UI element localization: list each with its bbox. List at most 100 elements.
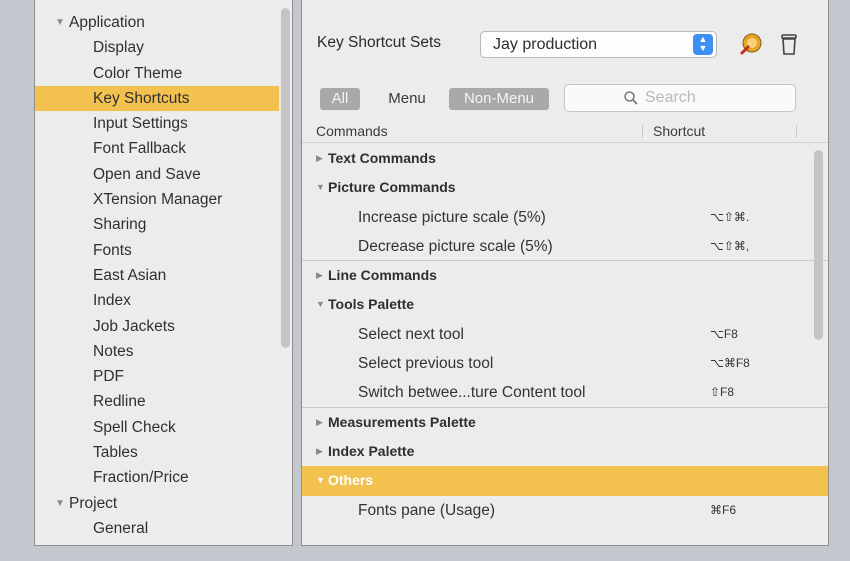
sidebar-item[interactable]: PDF (35, 364, 279, 389)
command-category-row[interactable]: ▶ Index Palette (302, 437, 828, 466)
sidebar-item[interactable]: XTension Manager (35, 187, 279, 212)
sidebar-item-label: Input Settings (93, 115, 188, 133)
command-row[interactable]: Select previous tool ⌥⌘F8 (302, 349, 828, 378)
filter-non-menu-button[interactable]: Non-Menu (449, 88, 549, 110)
disclosure-triangle-icon[interactable]: ▶ (316, 437, 328, 466)
disclosure-triangle-icon[interactable]: ▼ (316, 466, 328, 495)
sidebar-item-label: Open and Save (93, 165, 201, 183)
command-label: Select previous tool (358, 355, 494, 373)
command-category-row[interactable]: ▼ Tools Palette (302, 290, 828, 319)
command-row[interactable]: Increase picture scale (5%) ⌥⇧⌘. (302, 203, 828, 232)
sidebar-item-label: PDF (93, 368, 124, 386)
disclosure-triangle-icon[interactable]: ▼ (55, 491, 69, 516)
sidebar-item-label: East Asian (93, 266, 167, 284)
sidebar-item-label: Fonts (93, 241, 132, 259)
disclosure-triangle-icon[interactable]: ▶ (316, 408, 328, 437)
command-label: Index Palette (328, 442, 415, 459)
command-label: Tools Palette (328, 296, 415, 313)
sidebar-item-label: Spell Check (93, 418, 176, 436)
sidebar-scrollbar[interactable] (281, 8, 290, 348)
search-icon (624, 91, 638, 105)
command-label: Fonts pane (Usage) (358, 501, 495, 519)
sidebar-item[interactable]: Sharing (35, 212, 279, 237)
search-placeholder: Search (645, 89, 696, 106)
sidebar-item[interactable]: Tables (35, 440, 279, 465)
disclosure-triangle-icon[interactable]: ▼ (55, 10, 69, 35)
sidebar-item-label: Index (93, 292, 131, 310)
filter-menu-button[interactable]: Menu (372, 88, 442, 110)
commands-column-header[interactable]: Commands (316, 123, 388, 139)
command-row[interactable]: Decrease picture scale (5%) ⌥⇧⌘, (302, 232, 828, 262)
command-category-row[interactable]: ▼ Others (302, 466, 828, 496)
duplicate-set-icon[interactable] (738, 31, 764, 57)
sidebar-item[interactable]: Index (35, 288, 279, 313)
preferences-sidebar: ▼ Application Display Color Theme Key Shortc… (34, 0, 293, 546)
sidebar-item[interactable]: Fraction/Price (35, 465, 279, 490)
search-input[interactable]: Search (564, 84, 796, 112)
command-row[interactable]: Switch betwee...ture Content tool ⇧F8 (302, 378, 828, 408)
sidebar-group[interactable]: ▼ Application (35, 10, 279, 35)
sidebar-item[interactable]: East Asian (35, 263, 279, 288)
command-category-row[interactable]: ▼ Picture Commands (302, 173, 828, 202)
shortcut-set-dropdown[interactable]: Jay production ▲ ▼ (480, 31, 717, 58)
sidebar-item-label: XTension Manager (93, 191, 223, 209)
command-label: Picture Commands (328, 179, 456, 196)
sidebar-item[interactable]: Font Fallback (35, 136, 279, 161)
sidebar-item[interactable]: Display (35, 35, 279, 60)
table-scrollbar[interactable] (814, 150, 823, 340)
command-label: Decrease picture scale (5%) (358, 237, 553, 255)
sidebar-item-label: Display (93, 39, 144, 57)
column-divider (642, 125, 643, 138)
sidebar-group[interactable]: ▼ Project (35, 491, 279, 516)
filter-all-button[interactable]: All (320, 88, 360, 110)
sidebar-item[interactable]: Job Jackets (35, 314, 279, 339)
shortcut-sets-label: Key Shortcut Sets (317, 34, 442, 51)
disclosure-triangle-icon[interactable]: ▶ (316, 144, 328, 173)
shortcut-value[interactable]: ⌥⇧⌘. (710, 203, 749, 232)
preferences-tree: ▼ Application Display Color Theme Key Shortc… (35, 10, 279, 546)
sidebar-item[interactable]: General (35, 516, 279, 541)
sidebar-item-label: Notes (93, 342, 134, 360)
sidebar-item-label: Color Theme (93, 64, 183, 82)
command-label: Text Commands (328, 150, 436, 166)
command-label: Increase picture scale (5%) (358, 208, 546, 226)
stepper-arrows-icon[interactable]: ▲ ▼ (693, 34, 713, 55)
table-header: Commands Shortcut (302, 120, 828, 143)
sidebar-item-label: Print Layout (69, 545, 152, 546)
sidebar-item[interactable]: Spell Check (35, 415, 279, 440)
shortcut-set-value: Jay production (493, 36, 598, 53)
command-row[interactable]: Fonts pane (Usage) ⌘F6 (302, 496, 828, 524)
command-category-row[interactable]: ▶ Line Commands (302, 261, 828, 290)
disclosure-triangle-icon[interactable]: ▼ (316, 173, 328, 202)
sidebar-item[interactable]: Color Theme (35, 61, 279, 86)
sidebar-item[interactable]: Key Shortcuts (35, 85, 279, 112)
disclosure-triangle-icon[interactable]: ▶ (316, 261, 328, 290)
sidebar-item-label: Sharing (93, 216, 147, 234)
command-category-row[interactable]: ▶ Measurements Palette (302, 408, 828, 437)
trash-icon[interactable] (776, 31, 802, 57)
sidebar-group[interactable]: ▼Print Layout (35, 541, 279, 546)
shortcut-value[interactable]: ⌘F6 (710, 496, 736, 524)
sidebar-item-label: Redline (93, 393, 146, 411)
sidebar-item[interactable]: Notes (35, 339, 279, 364)
shortcut-value[interactable]: ⌥⌘F8 (710, 349, 750, 378)
command-category-row[interactable]: ▶ Text Commands (302, 144, 828, 173)
sidebar-item[interactable]: Fonts (35, 238, 279, 263)
command-label: Switch betwee...ture Content tool (358, 384, 586, 402)
command-label: Measurements Palette (328, 413, 476, 430)
sidebar-item[interactable]: Input Settings (35, 111, 279, 136)
shortcut-value[interactable]: ⇧F8 (710, 378, 734, 407)
sidebar-item-label: Job Jackets (93, 317, 175, 335)
command-label: Others (328, 472, 374, 489)
sidebar-item[interactable]: Redline (35, 389, 279, 414)
disclosure-triangle-icon[interactable]: ▼ (55, 541, 69, 545)
sidebar-item-label: General (93, 519, 149, 537)
sidebar-item-label: Project (69, 494, 118, 512)
sidebar-item[interactable]: Open and Save (35, 162, 279, 187)
command-row[interactable]: Select next tool ⌥F8 (302, 320, 828, 349)
disclosure-triangle-icon[interactable]: ▼ (316, 290, 328, 319)
sidebar-item-label: Tables (93, 444, 138, 462)
shortcut-value[interactable]: ⌥F8 (710, 320, 738, 349)
shortcut-column-header[interactable]: Shortcut (653, 123, 705, 139)
shortcut-value[interactable]: ⌥⇧⌘, (710, 232, 749, 261)
